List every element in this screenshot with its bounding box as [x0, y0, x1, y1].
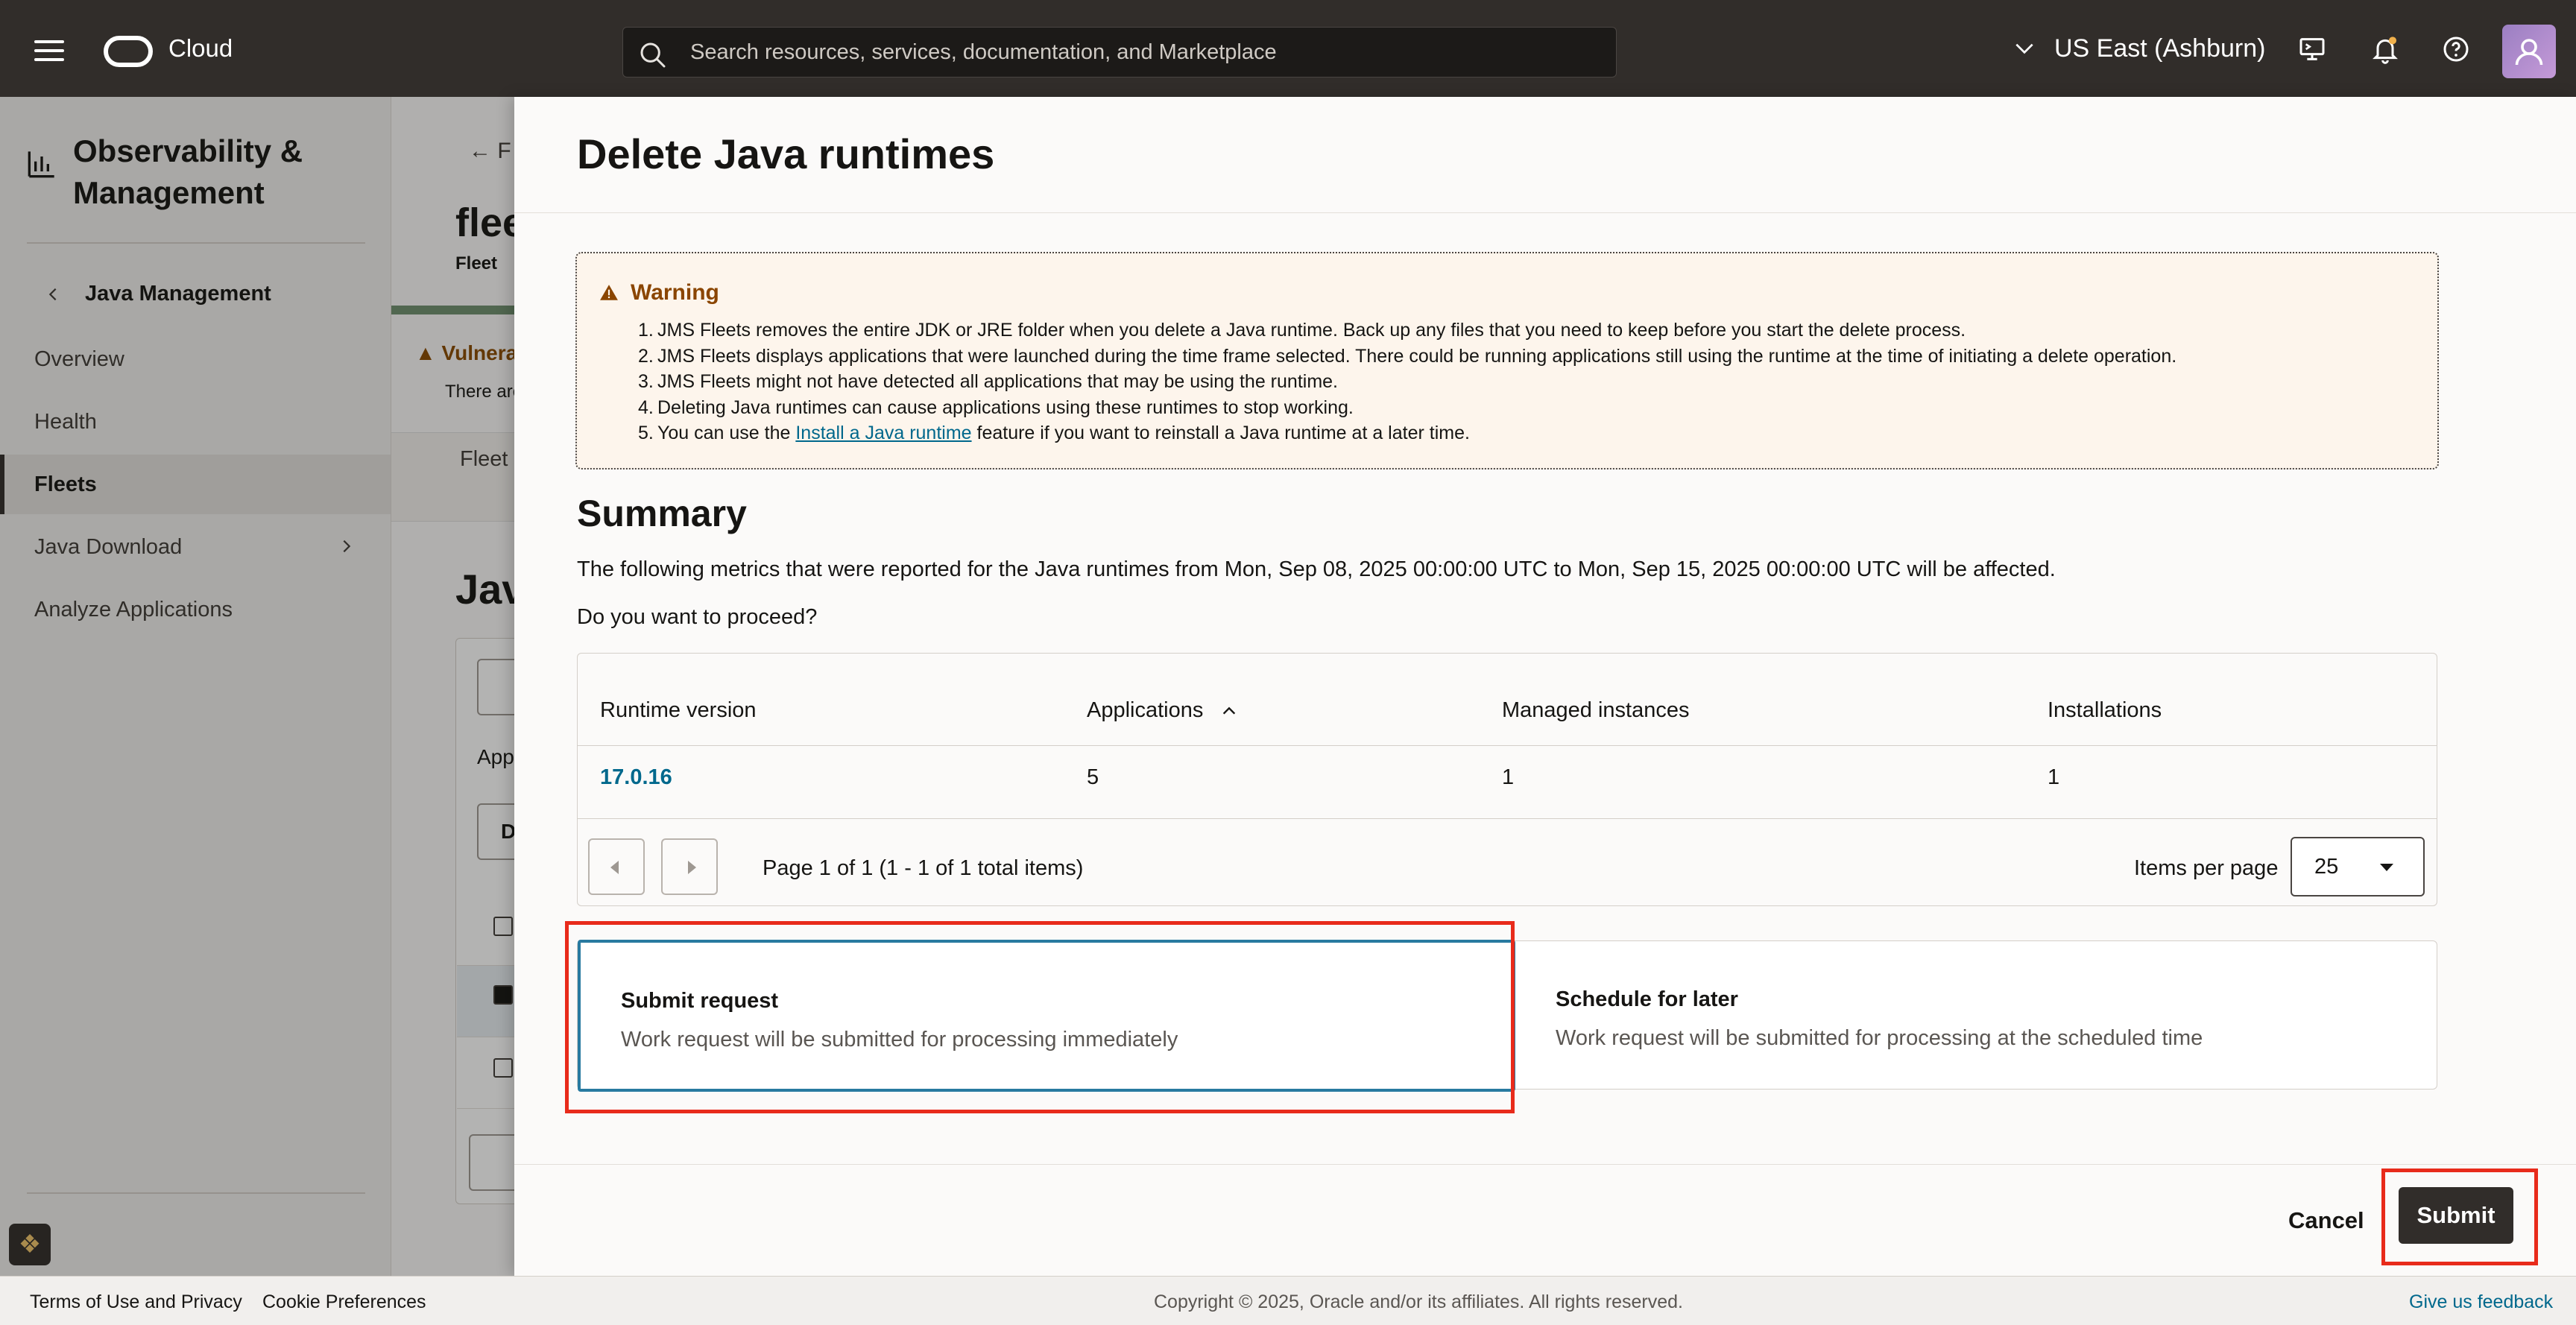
column-header-managed-instances[interactable]: Managed instances — [1502, 698, 1690, 723]
drawer-title: Delete Java runtimes — [577, 130, 995, 177]
warning-item: 4. Deleting Java runtimes can cause appli… — [638, 396, 1354, 418]
global-search[interactable] — [622, 27, 1617, 78]
brand-label[interactable]: Cloud — [168, 34, 233, 63]
pagination-bar: Page 1 of 1 (1 - 1 of 1 total items) Ite… — [578, 819, 2437, 905]
bell-icon[interactable] — [2370, 34, 2400, 64]
option-schedule-for-later[interactable]: Schedule for later Work request will be … — [1515, 941, 2446, 1090]
warning-item: 5. You can use the Install a Java runtime… — [638, 423, 1470, 443]
column-header-installations[interactable]: Installations — [2048, 698, 2162, 723]
previous-page-button[interactable] — [588, 838, 645, 895]
menu-icon[interactable] — [34, 40, 64, 61]
next-page-button[interactable] — [661, 838, 718, 895]
items-per-page-select[interactable]: 25 — [2291, 837, 2425, 896]
triangle-right-icon — [688, 861, 696, 874]
search-icon — [640, 42, 666, 68]
annotation-highlight-submit-button — [2381, 1169, 2538, 1265]
items-per-page-label: Items per page — [2134, 856, 2279, 880]
applications-count: 5 — [1087, 765, 1099, 789]
help-icon[interactable] — [2441, 34, 2471, 64]
warning-list: 1. JMS Fleets removes the entire JDK or J… — [638, 317, 2177, 446]
summary-title: Summary — [577, 493, 747, 534]
region-label: US East (Ashburn) — [2054, 34, 2266, 63]
caret-down-icon — [2380, 864, 2393, 871]
copyright-text: Copyright © 2025, Oracle and/or its affi… — [1154, 1291, 1683, 1312]
terms-link[interactable]: Terms of Use and Privacy — [30, 1291, 242, 1313]
warning-icon — [600, 285, 618, 300]
top-header: Cloud US East (Ashburn) — [0, 0, 2576, 97]
drawer-footer: Cancel Submit — [514, 1164, 2576, 1276]
install-java-runtime-link[interactable]: Install a Java runtime — [795, 423, 971, 443]
warning-title: Warning — [599, 280, 719, 306]
feedback-link[interactable]: Give us feedback — [2409, 1291, 2553, 1313]
pagination-info: Page 1 of 1 (1 - 1 of 1 total items) — [763, 856, 1084, 880]
region-selector[interactable]: US East (Ashburn) — [2012, 31, 2265, 66]
table-header: Runtime version Applications Managed ins… — [578, 654, 2437, 746]
sort-ascending-icon — [1223, 706, 1236, 715]
user-avatar-icon[interactable] — [2502, 25, 2556, 78]
option-title: Schedule for later — [1556, 987, 1738, 1011]
search-input[interactable] — [689, 35, 1583, 69]
runtimes-table: Runtime version Applications Managed ins… — [577, 653, 2437, 906]
table-row: 17.0.16 5 1 1 — [578, 746, 2437, 819]
oracle-logo-icon[interactable] — [104, 36, 153, 67]
column-header-applications[interactable]: Applications — [1087, 698, 1237, 723]
triangle-left-icon — [610, 861, 619, 874]
column-header-runtime-version[interactable]: Runtime version — [600, 698, 757, 723]
runtime-version-link[interactable]: 17.0.16 — [600, 765, 672, 790]
page-footer: Terms of Use and Privacy Cookie Preferen… — [0, 1276, 2576, 1325]
warning-item: 2. JMS Fleets displays applications that … — [638, 345, 2177, 367]
warning-item: 1. JMS Fleets removes the entire JDK or J… — [638, 320, 1966, 341]
managed-instances-count: 1 — [1502, 765, 1515, 789]
proceed-question: Do you want to proceed? — [577, 605, 818, 629]
cloud-shell-icon[interactable] — [2297, 34, 2327, 64]
cancel-button[interactable]: Cancel — [2273, 1193, 2379, 1248]
summary-description: The following metrics that were reported… — [577, 557, 2056, 581]
chevron-down-icon — [2015, 43, 2033, 54]
cookie-preferences-link[interactable]: Cookie Preferences — [262, 1291, 426, 1313]
warning-panel: Warning 1. JMS Fleets removes the entire … — [575, 252, 2439, 469]
warning-item: 3. JMS Fleets might not have detected all… — [638, 371, 1338, 392]
drawer-header: Delete Java runtimes — [514, 97, 2576, 213]
annotation-highlight-submit-request — [565, 921, 1515, 1113]
option-description: Work request will be submitted for proce… — [1556, 1026, 2203, 1050]
installations-count: 1 — [2048, 765, 2060, 789]
